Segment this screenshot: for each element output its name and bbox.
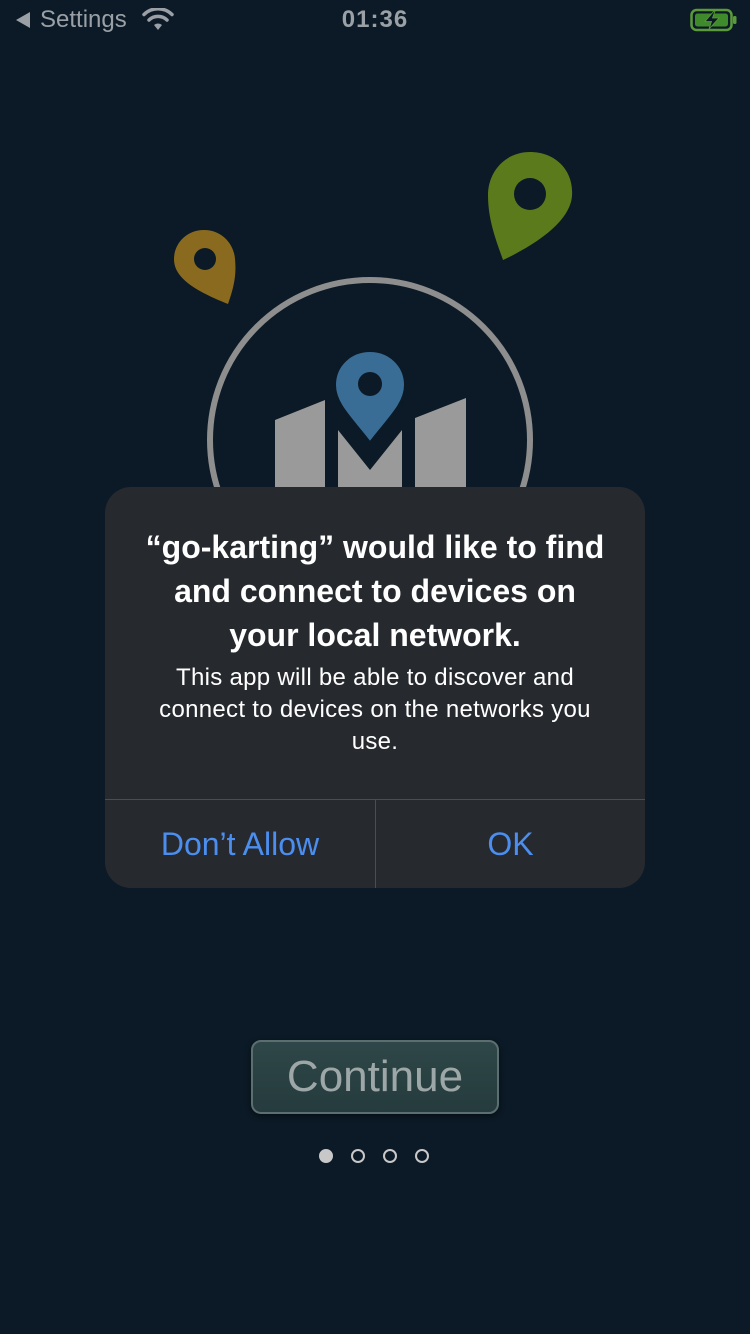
page-dot[interactable] [351,1149,365,1163]
location-pin-icon [174,230,236,304]
location-pin-icon [331,347,409,448]
page-indicator[interactable] [319,1149,429,1163]
page-dot[interactable] [383,1149,397,1163]
screen: Settings 01:36 “go-karting” would like t… [0,0,750,1334]
page-dot[interactable] [415,1149,429,1163]
onboarding-illustration [174,152,573,500]
dont-allow-button[interactable]: Don’t Allow [105,800,375,888]
alert-message: This app will be able to discover and co… [159,664,591,755]
ok-button[interactable]: OK [376,800,645,888]
page-dot-active[interactable] [319,1149,333,1163]
alert-title: “go-karting” would like to find and conn… [145,529,605,653]
continue-button[interactable]: Continue [251,1040,499,1114]
alert-body: “go-karting” would like to find and conn… [105,487,645,799]
local-network-permission-alert: “go-karting” would like to find and conn… [105,487,645,888]
location-pin-icon [488,152,573,260]
